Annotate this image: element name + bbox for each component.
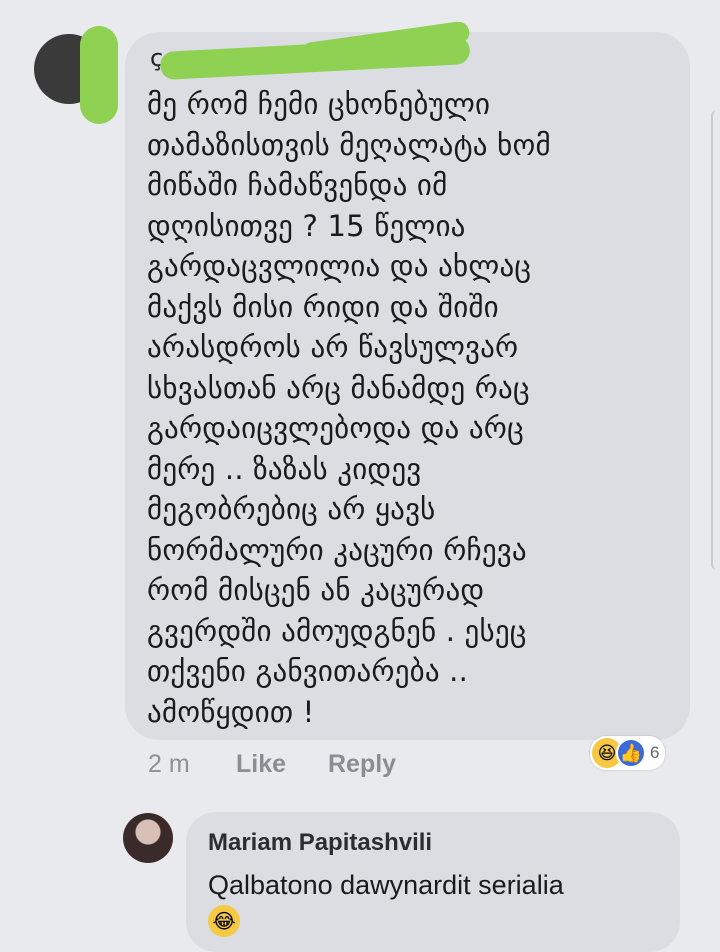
reply-text: Qalbatono dawynardit serialia — [208, 870, 564, 900]
reactions-summary[interactable]: 😆 👍 6 — [590, 736, 666, 770]
like-button[interactable]: Like — [236, 750, 328, 779]
comment-timestamp[interactable]: 2 m — [148, 750, 236, 779]
comment-text: მე რომ ჩემი ცხონებული თამაზისთვის მეღალა… — [147, 87, 551, 729]
reply-button[interactable]: Reply — [328, 750, 396, 779]
scroll-edge — [711, 110, 720, 570]
laughing-tears-icon: 😂 — [208, 905, 240, 937]
reaction-count: 6 — [650, 743, 660, 762]
reply-author-avatar[interactable] — [123, 813, 173, 863]
comment-actions: 2 m Like Reply — [148, 750, 396, 779]
reply-author-name[interactable]: Mariam Papitashvili — [208, 829, 432, 857]
like-icon: 👍 — [616, 738, 646, 768]
redaction-scribble-avatar — [80, 26, 118, 124]
